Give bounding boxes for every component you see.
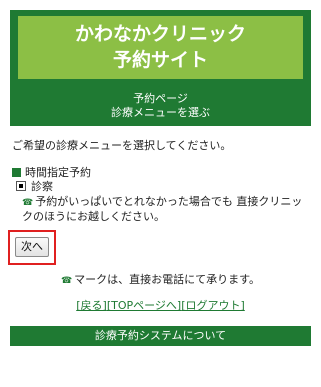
logout-link[interactable]: [ログアウト] xyxy=(181,299,245,312)
nav-links: [戻る][TOPページへ][ログアウト] xyxy=(0,299,321,313)
phone-icon: ☎ xyxy=(22,198,34,208)
square-icon xyxy=(12,168,21,177)
section-heading-label: 時間指定予約 xyxy=(25,166,91,179)
menu-option-row[interactable]: 診察 xyxy=(16,180,53,194)
site-title-line2: 予約サイト xyxy=(112,49,208,71)
site-title-box: かわなかクリニック 予約サイト xyxy=(18,16,303,79)
page-step-label: 診療メニューを選ぶ xyxy=(111,106,210,119)
notice-message: 予約がいっぱいでとれなかった場合でも 直接クリニックのほうにお越しください。 xyxy=(22,195,303,223)
back-link[interactable]: [戻る] xyxy=(76,299,107,312)
notice-text: ☎ 予約がいっぱいでとれなかった場合でも 直接クリニックのほうにお越しください。 xyxy=(22,195,312,224)
header-band: かわなかクリニック 予約サイト 予約ページ 診療メニューを選ぶ xyxy=(10,10,311,126)
page-subtitle: 予約ページ xyxy=(133,92,188,105)
phone-note-text: マークは、直接お電話にて承ります。 xyxy=(74,273,261,286)
phone-icon: ☎ xyxy=(60,276,73,286)
top-page-link[interactable]: [TOPページへ] xyxy=(107,299,181,312)
menu-option-label[interactable]: 診察 xyxy=(31,180,53,193)
intro-text: ご希望の診療メニューを選択してください。 xyxy=(12,139,232,152)
section-heading: 時間指定予約 xyxy=(12,166,91,180)
about-system-link[interactable]: 診療予約システムについて xyxy=(10,326,311,346)
phone-note: ☎ マークは、直接お電話にて承ります。 xyxy=(0,273,321,288)
site-title-line1: かわなかクリニック xyxy=(74,23,246,45)
next-button[interactable]: 次へ xyxy=(15,237,49,257)
menu-option-radio[interactable] xyxy=(16,181,26,191)
